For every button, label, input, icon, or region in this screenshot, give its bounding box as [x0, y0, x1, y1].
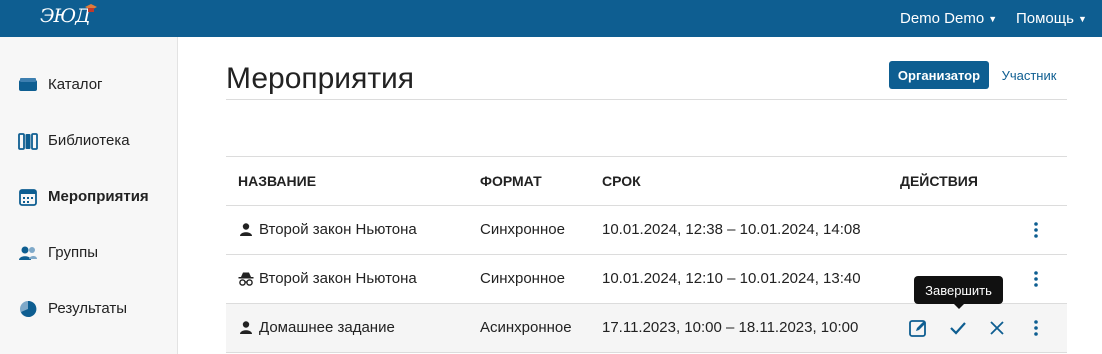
- sidebar-item-groups[interactable]: Группы: [0, 233, 178, 273]
- sidebar-item-label: Мероприятия: [48, 188, 149, 205]
- event-format: Синхронное: [480, 270, 565, 287]
- complete-check-icon[interactable]: [947, 317, 969, 339]
- table-row[interactable]: Второй закон Ньютона Синхронное 10.01.20…: [226, 206, 1067, 255]
- event-period: 10.01.2024, 12:10 – 10.01.2024, 13:40: [602, 270, 861, 287]
- logo-text: ЭЮД: [40, 5, 91, 27]
- column-header-name[interactable]: НАЗВАНИЕ: [238, 173, 316, 189]
- calendar-icon: [19, 189, 37, 206]
- tooltip-arrow: [953, 303, 965, 309]
- sidebar-item-label: Результаты: [48, 300, 127, 317]
- user-icon: [240, 321, 252, 334]
- caret-down-icon: ▼: [1077, 13, 1087, 24]
- sidebar-item-label: Группы: [48, 244, 98, 261]
- role-participant-button[interactable]: Участник: [993, 61, 1065, 89]
- sidebar-item-label: Библиотека: [48, 132, 130, 149]
- column-header-period[interactable]: СРОК: [602, 173, 641, 189]
- top-navbar: ЭЮД Demo Demo ▼ Помощь ▼: [0, 0, 1102, 37]
- table-header: НАЗВАНИЕ ФОРМАТ СРОК ДЕЙСТВИЯ: [226, 156, 1067, 206]
- caret-down-icon: ▼: [988, 13, 998, 24]
- library-icon: [18, 133, 38, 150]
- role-organizer-button[interactable]: Организатор: [889, 61, 989, 89]
- more-actions-icon[interactable]: [1026, 269, 1046, 289]
- event-format: Синхронное: [480, 221, 565, 238]
- sidebar-item-results[interactable]: Результаты: [0, 289, 178, 329]
- help-menu[interactable]: Помощь ▼: [1016, 0, 1087, 37]
- incognito-icon: [238, 272, 254, 286]
- user-menu[interactable]: Demo Demo ▼: [900, 0, 997, 37]
- user-menu-label: Demo Demo: [900, 10, 985, 27]
- table-row[interactable]: Домашнее задание Асинхронное 17.11.2023,…: [226, 304, 1067, 353]
- title-divider: [226, 99, 1067, 100]
- more-actions-icon[interactable]: [1026, 220, 1046, 240]
- sidebar: Каталог Библиотека Мероприятия Группы Ре…: [0, 37, 178, 354]
- help-menu-label: Помощь: [1016, 10, 1074, 27]
- pie-chart-icon: [20, 300, 37, 317]
- event-period: 10.01.2024, 12:38 – 10.01.2024, 14:08: [602, 221, 861, 238]
- sidebar-item-library[interactable]: Библиотека: [0, 121, 178, 161]
- page-title: Мероприятия: [226, 62, 415, 95]
- column-header-actions: ДЕЙСТВИЯ: [900, 173, 978, 189]
- catalog-icon: [19, 78, 37, 91]
- event-period: 17.11.2023, 10:00 – 18.11.2023, 10:00: [602, 319, 859, 336]
- user-icon: [240, 223, 252, 236]
- edit-icon[interactable]: [907, 317, 929, 339]
- app-logo[interactable]: ЭЮД: [40, 3, 100, 31]
- complete-tooltip: Завершить: [914, 276, 1003, 304]
- sidebar-item-catalog[interactable]: Каталог: [0, 65, 178, 105]
- event-name[interactable]: Домашнее задание: [259, 319, 395, 336]
- sidebar-item-events[interactable]: Мероприятия: [0, 177, 178, 217]
- event-name[interactable]: Второй закон Ньютона: [259, 221, 417, 238]
- sidebar-item-label: Каталог: [48, 76, 103, 93]
- graduation-cap-icon: [85, 4, 97, 12]
- column-header-format[interactable]: ФОРМАТ: [480, 173, 542, 189]
- event-name[interactable]: Второй закон Ньютона: [259, 270, 417, 287]
- users-icon: [19, 246, 37, 260]
- more-actions-icon[interactable]: [1026, 318, 1046, 338]
- event-format: Асинхронное: [480, 319, 572, 336]
- cancel-close-icon[interactable]: [986, 317, 1008, 339]
